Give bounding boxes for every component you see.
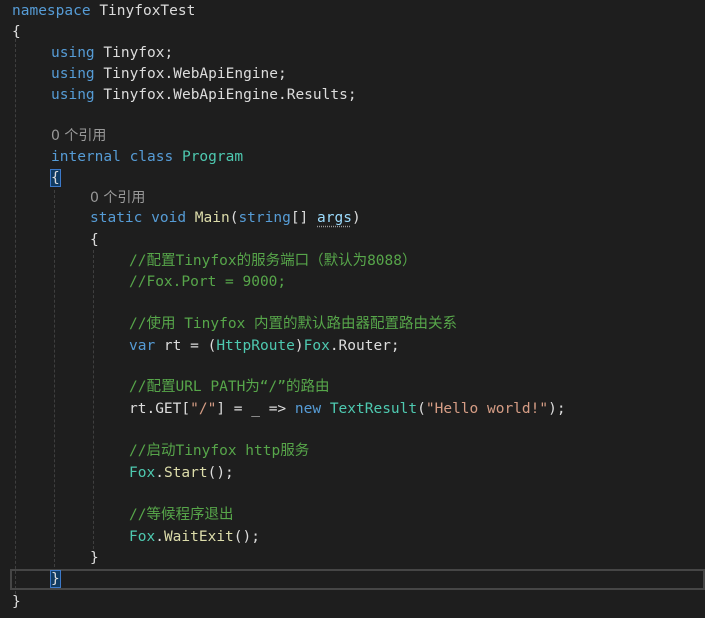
code-line[interactable]: { [50,168,705,189]
code-line[interactable]: using Tinyfox.WebApiEngine; [51,64,705,85]
comment-line[interactable]: //使用 Tinyfox 内置的默认路由器配置路由关系 [129,314,705,335]
code-line[interactable]: Fox.WaitExit(); [129,527,705,548]
comment-line[interactable]: //配置Tinyfox的服务端口（默认为8088） [129,251,705,272]
indent-guide [54,190,55,572]
code-line[interactable]: } [90,548,705,569]
comment-line[interactable]: //Fox.Port = 9000; [129,272,705,293]
indent-guide [93,250,94,554]
class-references-codelens[interactable]: 0 个引用 [51,126,705,147]
code-line[interactable]: internal class Program [51,147,705,168]
comment-line[interactable]: //配置URL PATH为“/”的路由 [129,377,705,398]
param-args: args [317,210,352,226]
method-references-codelens[interactable]: 0 个引用 [90,188,705,209]
code-line[interactable]: Fox.Start(); [129,463,705,484]
brace-match-highlight: { [50,169,61,187]
code-line[interactable]: { [90,230,705,251]
method-name: Main [194,210,230,226]
code-line[interactable]: namespace TinyfoxTest [12,1,705,22]
code-line[interactable]: var rt = (HttpRoute)Fox.Router; [129,336,705,357]
indent-guide [15,34,16,594]
namespace-name: TinyfoxTest [99,3,196,19]
comment-line[interactable]: //启动Tinyfox http服务 [129,441,705,462]
keyword: namespace [12,3,91,19]
code-line[interactable]: rt.GET["/"] = _ => new TextResult("Hello… [129,399,705,420]
code-line[interactable]: static void Main(string[] args) [90,208,705,229]
code-line[interactable]: using Tinyfox; [51,43,705,64]
code-editor[interactable]: namespace TinyfoxTest { using Tinyfox; u… [0,0,705,618]
code-line[interactable]: using Tinyfox.WebApiEngine.Results; [51,85,705,106]
comment-line[interactable]: //等候程序退出 [129,505,705,526]
code-line[interactable]: { [12,22,705,43]
code-line[interactable]: } [12,592,705,613]
class-name: Program [181,149,244,165]
brace-match-highlight: } [50,570,61,588]
current-line[interactable]: } [10,569,705,590]
